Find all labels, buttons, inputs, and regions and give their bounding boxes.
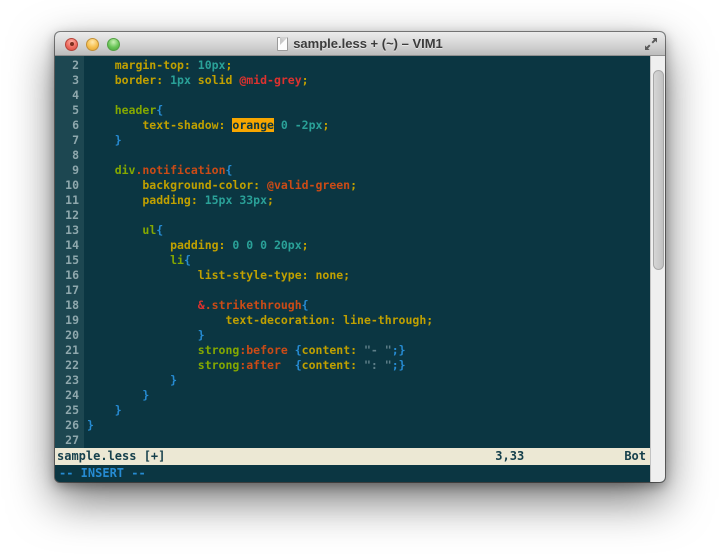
- line-number: 7: [55, 133, 79, 148]
- cursor-position: 3,33: [495, 448, 524, 465]
- vim-status-bar: sample.less [+] 3,33 Bot: [55, 448, 650, 465]
- editor-column: 2345678910111213141516171819202122232425…: [55, 56, 650, 482]
- line-number: 6: [55, 118, 79, 133]
- expand-arrows-icon: [644, 37, 658, 51]
- code-lines[interactable]: margin-top: 10px; border: 1px solid @mid…: [84, 56, 650, 448]
- close-button[interactable]: [65, 38, 78, 51]
- minimize-button[interactable]: [86, 38, 99, 51]
- window-content: 2345678910111213141516171819202122232425…: [55, 56, 665, 482]
- fullscreen-button[interactable]: [644, 37, 658, 51]
- code-line: ul{: [87, 223, 650, 238]
- line-number: 19: [55, 313, 79, 328]
- code-line: text-shadow: orange 0 -2px;: [87, 118, 650, 133]
- line-number: 25: [55, 403, 79, 418]
- code-line: strong:before {content: "- ";}: [87, 343, 650, 358]
- code-line: }: [87, 328, 650, 343]
- code-line: text-decoration: line-through;: [87, 313, 650, 328]
- code-line: [87, 148, 650, 163]
- code-line: padding: 0 0 0 20px;: [87, 238, 650, 253]
- line-number: 14: [55, 238, 79, 253]
- line-number: 22: [55, 358, 79, 373]
- title-bar[interactable]: sample.less + (~) – VIM1: [55, 32, 665, 56]
- window-controls: [65, 32, 120, 56]
- line-number: 27: [55, 433, 79, 448]
- title-group: sample.less + (~) – VIM1: [277, 36, 443, 51]
- line-number: 17: [55, 283, 79, 298]
- zoom-button[interactable]: [107, 38, 120, 51]
- code-line: strong:after {content: ": ";}: [87, 358, 650, 373]
- code-line: header{: [87, 103, 650, 118]
- scrollbar-thumb[interactable]: [653, 70, 664, 270]
- code-line: &.strikethrough{: [87, 298, 650, 313]
- line-number: 21: [55, 343, 79, 358]
- line-number: 2: [55, 58, 79, 73]
- text-editor[interactable]: 2345678910111213141516171819202122232425…: [55, 56, 650, 448]
- line-numbers: 2345678910111213141516171819202122232425…: [55, 56, 84, 448]
- desktop: sample.less + (~) – VIM1 234567891011121…: [0, 0, 720, 559]
- line-number: 23: [55, 373, 79, 388]
- line-number: 8: [55, 148, 79, 163]
- vim-window: sample.less + (~) – VIM1 234567891011121…: [55, 32, 665, 482]
- code-line: }: [87, 388, 650, 403]
- document-icon: [277, 37, 288, 51]
- code-line: }: [87, 418, 650, 433]
- line-number: 5: [55, 103, 79, 118]
- code-line: [87, 283, 650, 298]
- line-number: 4: [55, 88, 79, 103]
- code-line: padding: 15px 33px;: [87, 193, 650, 208]
- code-line: list-style-type: none;: [87, 268, 650, 283]
- code-line: }: [87, 403, 650, 418]
- code-line: div.notification{: [87, 163, 650, 178]
- scroll-position: Bot: [624, 448, 646, 465]
- code-line: [87, 88, 650, 103]
- line-number: 24: [55, 388, 79, 403]
- line-number: 3: [55, 73, 79, 88]
- code-line: li{: [87, 253, 650, 268]
- line-number: 20: [55, 328, 79, 343]
- line-number: 11: [55, 193, 79, 208]
- line-number: 26: [55, 418, 79, 433]
- code-line: border: 1px solid @mid-grey;: [87, 73, 650, 88]
- line-number: 13: [55, 223, 79, 238]
- line-number: 16: [55, 268, 79, 283]
- window-title: sample.less + (~) – VIM1: [293, 36, 443, 51]
- vim-mode-line: -- INSERT --: [55, 465, 650, 482]
- code-line: margin-top: 10px;: [87, 58, 650, 73]
- code-line: }: [87, 133, 650, 148]
- line-number: 18: [55, 298, 79, 313]
- line-number: 10: [55, 178, 79, 193]
- status-filename: sample.less [+]: [57, 449, 165, 463]
- scrollbar-track[interactable]: [650, 56, 665, 482]
- code-line: [87, 433, 650, 448]
- line-number: 12: [55, 208, 79, 223]
- line-number: 15: [55, 253, 79, 268]
- code-line: [87, 208, 650, 223]
- code-line: }: [87, 373, 650, 388]
- line-number: 9: [55, 163, 79, 178]
- code-line: background-color: @valid-green;: [87, 178, 650, 193]
